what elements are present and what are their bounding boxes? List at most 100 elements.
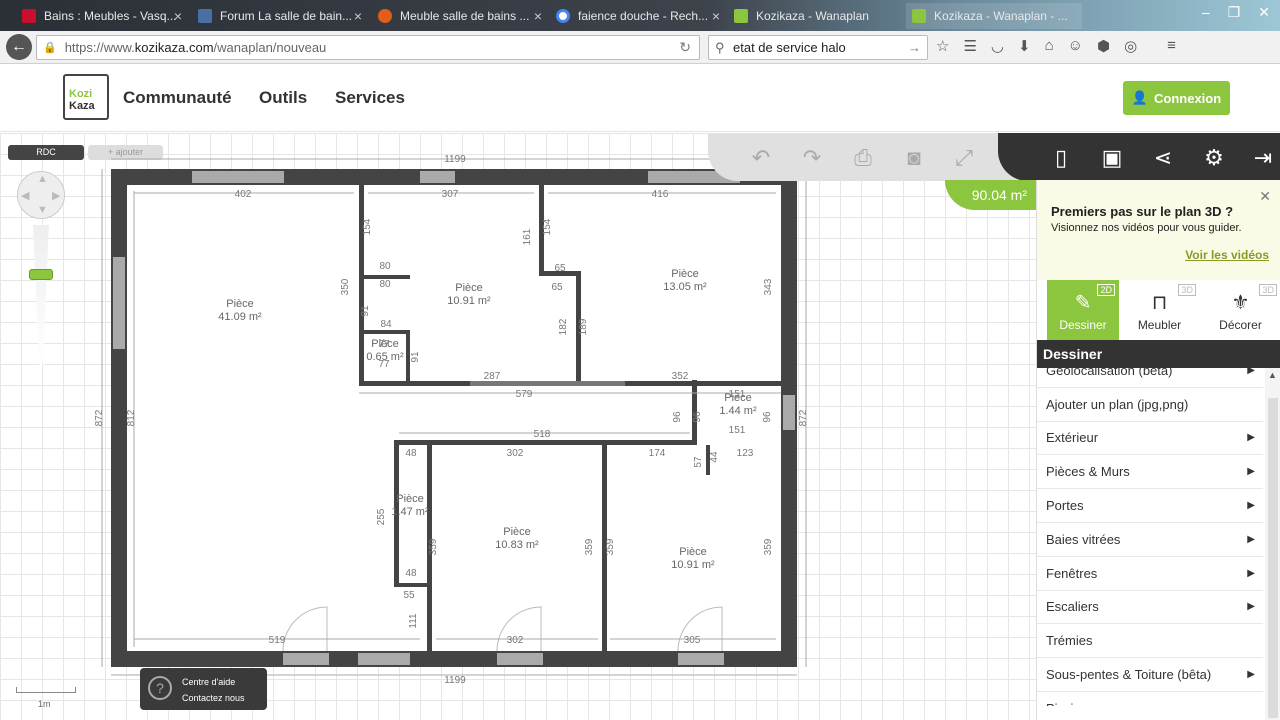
url-prefix: https://www. bbox=[64, 40, 135, 55]
dimension-label: 151 bbox=[729, 425, 746, 436]
print-icon[interactable]: ⎙ bbox=[848, 145, 878, 171]
zoom-slider-handle[interactable] bbox=[29, 269, 53, 280]
close-icon[interactable]: × bbox=[354, 8, 362, 24]
menu-item[interactable]: Géolocalisation (bêta) ▶ bbox=[1037, 354, 1263, 388]
menu-item[interactable]: Piscine bbox=[1037, 692, 1263, 706]
zoom-slider-track[interactable] bbox=[33, 225, 49, 365]
pan-right-icon[interactable]: ▶ bbox=[52, 189, 60, 202]
url-host: kozikaza.com bbox=[134, 40, 214, 55]
menu-item[interactable]: Escaliers ▶ bbox=[1037, 591, 1263, 625]
browser-tab[interactable]: Bains : Meubles - Vasq... × bbox=[16, 3, 188, 29]
menu-item[interactable]: Ajouter un plan (jpg,png) bbox=[1037, 388, 1263, 422]
settings-gear-icon[interactable]: ⚙ bbox=[1199, 145, 1229, 171]
menu-item[interactable]: Trémies bbox=[1037, 624, 1263, 659]
nav-communaute[interactable]: Communauté bbox=[123, 88, 232, 108]
emoji-icon[interactable]: ☺ bbox=[1068, 37, 1083, 55]
save-icon[interactable]: ▣ bbox=[1097, 145, 1127, 171]
home-icon[interactable]: ⌂ bbox=[1045, 37, 1054, 55]
fullscreen-icon[interactable]: ⤢ bbox=[949, 145, 979, 171]
help-center-link[interactable]: Centre d'aide bbox=[182, 677, 235, 687]
menu-item[interactable]: Extérieur ▶ bbox=[1037, 422, 1263, 456]
tab-meubler[interactable]: ⊓ Meubler 3D bbox=[1119, 280, 1200, 340]
mode-label: Décorer bbox=[1219, 318, 1262, 332]
nav-services[interactable]: Services bbox=[335, 88, 405, 108]
dimension-label: 872 bbox=[798, 409, 809, 426]
close-window-icon[interactable]: ✕ bbox=[1258, 4, 1270, 21]
tools-panel: ✕ Premiers pas sur le plan 3D ? Visionne… bbox=[1036, 180, 1280, 720]
close-icon[interactable]: × bbox=[712, 8, 720, 24]
pocket-icon[interactable]: ◡ bbox=[991, 37, 1004, 55]
adblock-icon[interactable]: ⬢ bbox=[1097, 37, 1110, 55]
logout-icon[interactable]: ⇥ bbox=[1248, 145, 1278, 171]
nav-outils[interactable]: Outils bbox=[259, 88, 307, 108]
chevron-right-icon: ▶ bbox=[1247, 601, 1255, 613]
pan-down-icon[interactable]: ▼ bbox=[37, 204, 48, 216]
address-bar[interactable]: 🔒 https://www. kozikaza.com/wanaplan/nouv… bbox=[36, 35, 700, 60]
room-area: 0.65 m² bbox=[366, 351, 404, 363]
pan-control[interactable]: ▲ ▼ ◀ ▶ bbox=[17, 171, 65, 219]
close-icon[interactable]: ✕ bbox=[1259, 188, 1271, 205]
reading-list-icon[interactable]: ☰ bbox=[963, 37, 976, 55]
mode-tabs: ✎ Dessiner 2D ⊓ Meubler 3D ⚜ Décorer 3D bbox=[1037, 280, 1280, 340]
pan-left-icon[interactable]: ◀ bbox=[21, 189, 29, 202]
menu-item-label: Sous-pentes & Toiture (bêta) bbox=[1046, 667, 1212, 683]
search-value: etat de service halo bbox=[733, 40, 846, 55]
share-icon[interactable]: ⋖ bbox=[1148, 145, 1178, 171]
camera-icon[interactable]: ◙ bbox=[899, 145, 929, 171]
redo-icon[interactable]: ↷ bbox=[797, 145, 827, 171]
close-icon[interactable]: × bbox=[174, 8, 182, 24]
total-area-badge: 90.04 m² bbox=[945, 180, 1037, 210]
download-icon[interactable]: ⬇ bbox=[1018, 37, 1031, 55]
dimension-label: 44 bbox=[709, 451, 720, 463]
browser-tab[interactable]: Forum La salle de bain... × bbox=[192, 3, 368, 29]
menu-item-label: Portes bbox=[1046, 498, 1084, 514]
user-icon: 👤 bbox=[1131, 90, 1148, 105]
close-icon[interactable]: × bbox=[534, 8, 542, 24]
reload-icon[interactable]: ↻ bbox=[679, 39, 691, 56]
menu-item[interactable]: Baies vitrées ▶ bbox=[1037, 523, 1263, 557]
window-controls: – ❐ ✕ bbox=[1202, 4, 1270, 21]
login-button[interactable]: 👤 Connexion bbox=[1123, 81, 1230, 115]
browser-tab[interactable]: Kozikaza - Wanaplan bbox=[728, 3, 904, 29]
floor-plan[interactable]: 1199 1199 872 872 812 402 307 416 350 343 154 161 15… bbox=[90, 147, 810, 687]
menu-icon[interactable]: ≡ bbox=[1167, 37, 1176, 55]
scroll-up-icon[interactable]: ▲ bbox=[1268, 370, 1277, 380]
minimize-icon[interactable]: – bbox=[1202, 4, 1210, 21]
menu-item[interactable]: Portes ▶ bbox=[1037, 489, 1263, 523]
help-widget[interactable]: ? Centre d'aide Contactez nous bbox=[140, 668, 267, 710]
menu-item[interactable]: Fenêtres ▶ bbox=[1037, 557, 1263, 591]
mode-label: Dessiner bbox=[1059, 318, 1107, 332]
watch-videos-link[interactable]: Voir les vidéos bbox=[1185, 248, 1269, 262]
browser-tab[interactable]: Meuble salle de bains ... × bbox=[372, 3, 548, 29]
menu-scrollbar[interactable]: ▲ bbox=[1265, 368, 1280, 720]
logo-text-kozi: Kozi bbox=[69, 88, 93, 100]
new-file-icon[interactable]: ▯ bbox=[1046, 145, 1076, 171]
browser-tab-active[interactable]: Kozikaza - Wanaplan - ... bbox=[906, 3, 1082, 29]
scrollbar-thumb[interactable] bbox=[1268, 398, 1278, 718]
plan-workspace[interactable]: RDC + ajouter ▲ ▼ ◀ ▶ 1m 1199 1199 872 8… bbox=[0, 133, 1280, 720]
globe-icon[interactable]: ◎ bbox=[1124, 37, 1137, 55]
back-button[interactable]: ← bbox=[6, 34, 32, 60]
pan-up-icon[interactable]: ▲ bbox=[37, 173, 48, 185]
promo-box: ✕ Premiers pas sur le plan 3D ? Visionne… bbox=[1037, 180, 1280, 280]
tab-decorer[interactable]: ⚜ Décorer 3D bbox=[1200, 280, 1280, 340]
maximize-icon[interactable]: ❐ bbox=[1228, 4, 1241, 21]
dimension-label: 57 bbox=[693, 456, 704, 468]
kozikaza-logo[interactable]: Kozi Kaza bbox=[63, 74, 109, 120]
browser-tab[interactable]: faience douche - Rech... × bbox=[550, 3, 726, 29]
go-arrow-icon[interactable]: → bbox=[908, 40, 921, 55]
mode-tag: 3D bbox=[1178, 284, 1196, 296]
level-tab-rdc[interactable]: RDC bbox=[8, 145, 84, 160]
dimension-label: 96 bbox=[762, 411, 773, 423]
room-area: 41.09 m² bbox=[218, 311, 262, 323]
menu-item-label: Trémies bbox=[1046, 633, 1093, 649]
bookmark-star-icon[interactable]: ☆ bbox=[936, 37, 949, 55]
menu-item[interactable]: Sous-pentes & Toiture (bêta) ▶ bbox=[1037, 658, 1263, 692]
menu-item-label: Fenêtres bbox=[1046, 565, 1098, 581]
menu-item[interactable]: Pièces & Murs ▶ bbox=[1037, 455, 1263, 490]
room-name: Pièce bbox=[396, 493, 424, 505]
tab-dessiner[interactable]: ✎ Dessiner 2D bbox=[1047, 280, 1119, 340]
undo-icon[interactable]: ↶ bbox=[746, 145, 776, 171]
contact-link[interactable]: Contactez nous bbox=[182, 693, 245, 703]
search-input[interactable]: ⚲ etat de service halo → bbox=[708, 35, 928, 60]
